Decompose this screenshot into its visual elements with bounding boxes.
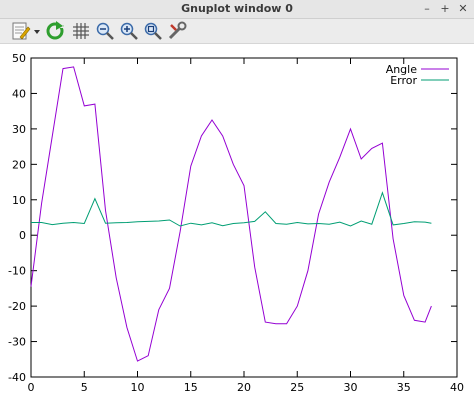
- title-bar: Gnuplot window 0 – + ✕: [0, 0, 474, 19]
- y-tick-label: 10: [12, 194, 26, 207]
- y-tick-label: -30: [8, 336, 26, 349]
- window-title: Gnuplot window 0: [181, 2, 293, 15]
- settings-button[interactable]: [167, 21, 187, 41]
- series-line-angle: [30, 66, 432, 362]
- plot-canvas[interactable]: 0 5 10 15 20 25 30 35 40 -40 -30 -20 -10 0 10 20 30 40 50 …: [0, 44, 474, 401]
- series-line-error: [31, 191, 432, 227]
- y-tick-label: -40: [8, 371, 26, 384]
- y-tick-label: 50: [12, 52, 26, 65]
- maximize-button[interactable]: +: [438, 2, 452, 16]
- grid-button[interactable]: [71, 21, 91, 41]
- x-tick-label: 40: [450, 381, 464, 394]
- minimize-button[interactable]: –: [420, 2, 434, 16]
- settings-icon: [168, 21, 187, 40]
- x-tick-label: 15: [184, 381, 198, 394]
- y-tick-label: 20: [12, 158, 26, 171]
- x-tick-label: 5: [81, 381, 88, 394]
- x-tick-label: 30: [344, 381, 358, 394]
- x-tick-label: 0: [28, 381, 35, 394]
- zoom-out-icon: [96, 22, 114, 40]
- y-tick-label: -20: [8, 300, 26, 313]
- line-chart: 0 5 10 15 20 25 30 35 40-40-30-20-1001020304050 …: [8, 52, 464, 394]
- toolbar: [0, 19, 474, 44]
- zoom-fit-button[interactable]: [143, 21, 163, 41]
- y-tick-label: 40: [12, 87, 26, 100]
- zoom-fit-icon: [144, 22, 162, 40]
- x-tick-label: 20: [237, 381, 251, 394]
- y-tick-label: 30: [12, 123, 26, 136]
- export-button[interactable]: [10, 21, 40, 41]
- zoom-in-icon: [120, 22, 138, 40]
- y-tick-label: -10: [8, 265, 26, 278]
- export-icon: [12, 22, 40, 40]
- y-tick-label: 0: [19, 229, 26, 242]
- legend-label-error: Error: [390, 74, 417, 87]
- close-button[interactable]: ✕: [456, 2, 470, 16]
- zoom-out-button[interactable]: [95, 21, 115, 41]
- zoom-in-button[interactable]: [119, 21, 139, 41]
- grid-icon: [73, 23, 89, 39]
- replot-icon: [46, 21, 64, 40]
- x-tick-label: 25: [290, 381, 304, 394]
- x-tick-label: 35: [397, 381, 411, 394]
- x-tick-label: 10: [131, 381, 145, 394]
- replot-button[interactable]: [45, 21, 65, 41]
